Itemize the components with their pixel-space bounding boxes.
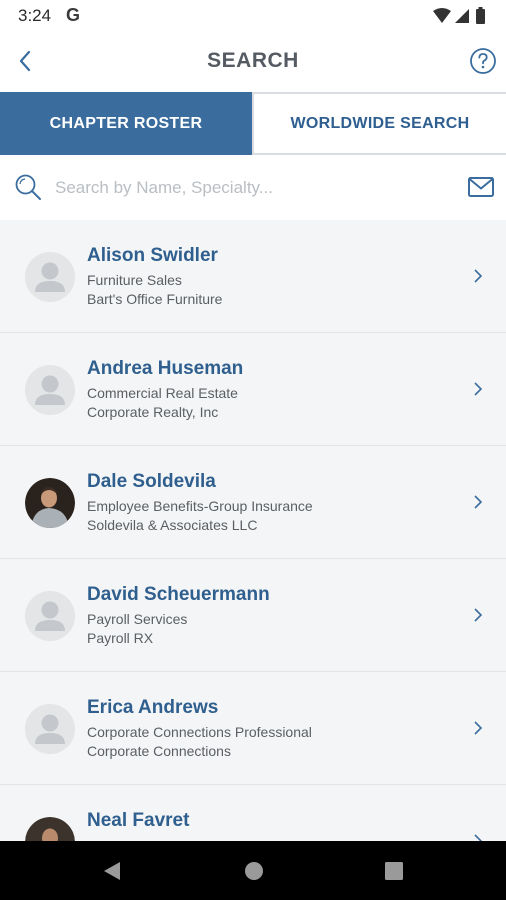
avatar <box>25 252 75 302</box>
member-name: Neal Favret <box>87 810 190 831</box>
nav-recents-icon[interactable] <box>383 860 405 882</box>
list-item[interactable]: Andrea Huseman Commercial Real Estate Co… <box>0 333 506 446</box>
member-name: David Scheuermann <box>87 584 270 605</box>
member-specialty: Employee Benefits-Group Insurance <box>87 498 313 514</box>
member-specialty: Corporate Connections Professional <box>87 724 312 740</box>
page-title: SEARCH <box>207 49 299 72</box>
tab-worldwide-search[interactable]: WORLDWIDE SEARCH <box>252 92 506 155</box>
list-item[interactable]: Neal Favret <box>0 785 506 841</box>
nav-back-icon[interactable] <box>101 860 123 882</box>
chevron-right-icon <box>474 495 483 509</box>
chevron-right-icon <box>474 608 483 622</box>
member-name: Dale Soldevila <box>87 471 216 492</box>
member-company: Bart's Office Furniture <box>87 291 223 307</box>
avatar-photo <box>25 817 75 841</box>
user-placeholder-icon <box>25 704 75 754</box>
app-header: SEARCH <box>0 32 506 92</box>
nav-home-icon[interactable] <box>243 860 265 882</box>
status-bar: 3:24 G <box>0 0 506 32</box>
member-company: Corporate Connections <box>87 743 231 759</box>
status-time: 3:24 <box>18 6 52 25</box>
member-name: Andrea Huseman <box>87 358 244 379</box>
avatar <box>25 704 75 754</box>
status-icons <box>433 7 485 24</box>
list-item[interactable]: Erica Andrews Corporate Connections Prof… <box>0 672 506 785</box>
avatar-photo <box>25 478 75 528</box>
list-item[interactable]: David Scheuermann Payroll Services Payro… <box>0 559 506 672</box>
member-list: Alison Swidler Furniture Sales Bart's Of… <box>0 220 506 841</box>
user-placeholder-icon <box>25 365 75 415</box>
member-company: Corporate Realty, Inc <box>87 404 219 420</box>
signal-icon <box>455 9 469 23</box>
list-item[interactable]: Alison Swidler Furniture Sales Bart's Of… <box>0 220 506 333</box>
battery-icon <box>476 9 485 24</box>
help-icon[interactable] <box>468 46 498 76</box>
user-placeholder-icon <box>25 591 75 641</box>
wifi-icon <box>433 8 451 23</box>
system-nav-bar <box>0 841 506 900</box>
mail-icon[interactable] <box>467 175 495 199</box>
list-item[interactable]: Dale Soldevila Employee Benefits-Group I… <box>0 446 506 559</box>
member-company: Soldevila & Associates LLC <box>87 517 258 533</box>
chevron-right-icon <box>474 269 483 283</box>
chevron-right-icon <box>474 382 483 396</box>
member-name: Alison Swidler <box>87 245 218 266</box>
search-icon <box>15 174 41 200</box>
google-icon: G <box>66 5 81 25</box>
avatar <box>25 591 75 641</box>
chevron-right-icon <box>474 721 483 735</box>
member-name: Erica Andrews <box>87 697 219 718</box>
profile-photo <box>25 478 75 528</box>
avatar <box>25 365 75 415</box>
chevron-right-icon <box>474 834 483 841</box>
search-input[interactable] <box>55 173 445 203</box>
profile-photo <box>25 817 75 841</box>
tab-bar: CHAPTER ROSTER WORLDWIDE SEARCH <box>0 92 506 155</box>
search-bar <box>0 155 506 220</box>
user-placeholder-icon <box>25 252 75 302</box>
tab-chapter-roster[interactable]: CHAPTER ROSTER <box>0 92 252 155</box>
member-specialty: Commercial Real Estate <box>87 385 238 401</box>
member-specialty: Payroll Services <box>87 611 188 627</box>
member-specialty: Furniture Sales <box>87 272 182 288</box>
member-company: Payroll RX <box>87 630 154 646</box>
